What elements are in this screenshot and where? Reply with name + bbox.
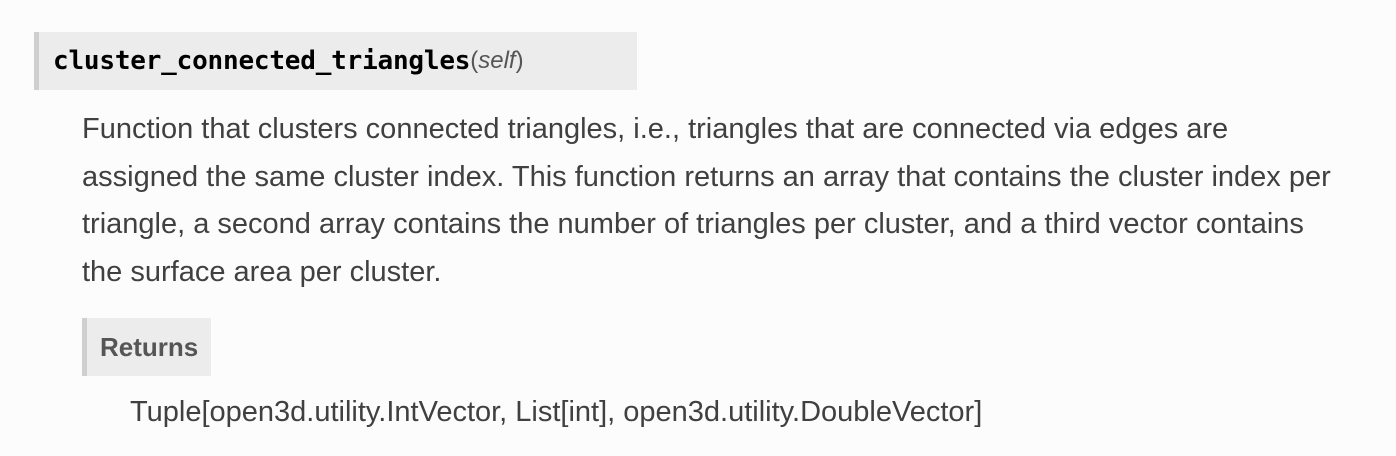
method-signature: cluster_connected_triangles(self) xyxy=(34,32,637,90)
returns-label: Returns xyxy=(82,318,211,376)
signature-param: self xyxy=(478,47,516,74)
signature-close-paren: ) xyxy=(515,47,524,74)
returns-type: Tuple[open3d.utility.IntVector, List[int… xyxy=(130,396,983,428)
method-name: cluster_connected_triangles xyxy=(53,46,471,76)
signature-open-paren: ( xyxy=(470,47,479,74)
method-description: Function that clusters connected triangl… xyxy=(82,113,1331,288)
